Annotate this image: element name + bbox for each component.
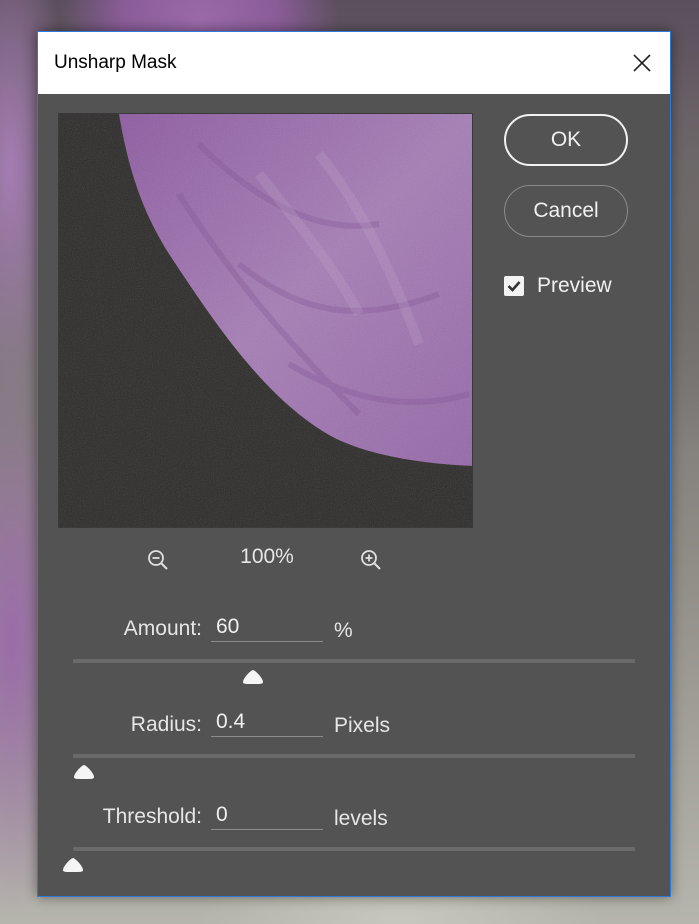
radius-input[interactable] xyxy=(211,707,323,737)
zoom-in-icon xyxy=(361,550,381,570)
preview-checkbox[interactable]: Preview xyxy=(504,274,612,298)
zoom-in-button[interactable] xyxy=(357,546,385,574)
zoom-level: 100% xyxy=(240,545,294,568)
checkmark-icon xyxy=(507,281,521,292)
threshold-slider-thumb[interactable] xyxy=(62,857,84,873)
amount-slider-thumb[interactable] xyxy=(242,669,264,685)
dialog-title: Unsharp Mask xyxy=(54,52,177,73)
title-bar: Unsharp Mask xyxy=(38,32,670,94)
threshold-slider-track[interactable] xyxy=(73,847,635,851)
amount-label: Amount: xyxy=(123,617,202,640)
radius-unit: Pixels xyxy=(334,714,391,737)
close-button[interactable] xyxy=(614,32,670,94)
cancel-button[interactable]: Cancel xyxy=(504,185,628,237)
amount-input[interactable] xyxy=(211,612,323,642)
zoom-out-icon xyxy=(148,550,168,570)
preview-label: Preview xyxy=(537,274,612,297)
radius-slider-track[interactable] xyxy=(73,754,635,758)
unsharp-mask-dialog: Unsharp Mask OK Cancel Preview 100% Amou… xyxy=(37,31,671,897)
close-icon xyxy=(633,54,651,72)
threshold-unit: levels xyxy=(334,807,388,830)
petal-image xyxy=(59,114,472,527)
radius-slider-thumb[interactable] xyxy=(73,764,95,780)
amount-slider-track[interactable] xyxy=(73,659,635,663)
radius-label: Radius: xyxy=(130,713,202,736)
amount-unit: % xyxy=(334,619,353,642)
checkbox-checked-icon[interactable] xyxy=(504,276,524,296)
threshold-input[interactable] xyxy=(211,800,323,830)
threshold-label: Threshold: xyxy=(102,805,202,828)
preview-image[interactable] xyxy=(58,113,473,528)
ok-button[interactable]: OK xyxy=(504,114,628,166)
zoom-out-button[interactable] xyxy=(144,546,172,574)
